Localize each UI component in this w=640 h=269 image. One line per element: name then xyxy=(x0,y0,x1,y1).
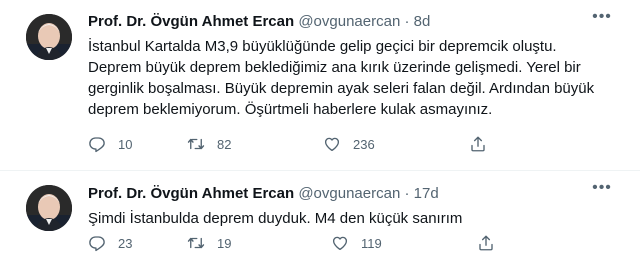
retweet-count: 82 xyxy=(217,136,232,152)
tweet-text: Şimdi İstanbulda deprem duyduk. M4 den k… xyxy=(88,208,618,229)
retweet-button[interactable]: 82 xyxy=(187,135,323,153)
tweet-text-line: İstanbul Kartalda M3,9 büyüklüğünde geli… xyxy=(88,38,557,55)
tweet-text: İstanbul Kartalda M3,9 büyüklüğünde geli… xyxy=(88,36,618,120)
tweet[interactable]: Prof. Dr. Övgün Ahmet Ercan @ovgunaercan… xyxy=(0,170,640,269)
author-handle[interactable]: @ovgunaercan xyxy=(298,13,400,30)
reply-button[interactable]: 23 xyxy=(88,234,187,252)
like-button[interactable]: 119 xyxy=(331,234,477,252)
tweet-time[interactable]: 8d xyxy=(414,13,431,30)
more-icon[interactable]: ••• xyxy=(590,9,614,30)
heart-icon xyxy=(324,137,340,152)
tweet-time[interactable]: 17d xyxy=(414,185,439,202)
author-handle[interactable]: @ovgunaercan xyxy=(298,185,400,202)
tweet[interactable]: Prof. Dr. Övgün Ahmet Ercan @ovgunaercan… xyxy=(0,0,640,170)
separator-dot: · xyxy=(404,13,410,30)
share-icon xyxy=(479,235,493,251)
author-name[interactable]: Prof. Dr. Övgün Ahmet Ercan xyxy=(88,185,294,202)
author-name[interactable]: Prof. Dr. Övgün Ahmet Ercan xyxy=(88,13,294,30)
tweet-text-line: Şimdi İstanbulda deprem duyduk. M4 den k… xyxy=(88,210,463,227)
retweet-button[interactable]: 19 xyxy=(187,234,331,252)
avatar[interactable] xyxy=(26,185,72,231)
tweet-actions: 10 82 236 xyxy=(88,133,499,155)
reply-count: 23 xyxy=(118,235,133,251)
separator-dot: · xyxy=(404,185,410,202)
tweet-actions: 23 19 119 xyxy=(88,232,507,254)
retweet-icon xyxy=(187,237,205,249)
reply-count: 10 xyxy=(118,136,133,152)
reply-icon xyxy=(89,236,105,252)
retweet-icon xyxy=(187,138,205,150)
like-count: 236 xyxy=(353,136,375,152)
like-count: 119 xyxy=(361,235,382,251)
heart-icon xyxy=(332,236,348,251)
tweet-header: Prof. Dr. Övgün Ahmet Ercan @ovgunaercan… xyxy=(88,184,624,204)
avatar-image xyxy=(26,14,72,60)
avatar[interactable] xyxy=(26,14,72,60)
tweet-header: Prof. Dr. Övgün Ahmet Ercan @ovgunaercan… xyxy=(88,12,624,32)
tweet-text-line: deprem beklemiyorum. Öşürtmeli haberlere… xyxy=(88,101,493,118)
retweet-count: 19 xyxy=(217,235,232,251)
tweet-text-line: Deprem büyük deprem beklediğimiz ana kır… xyxy=(88,59,581,76)
tweet-text-line: gerginlik boşalması. Büyük depremin ayak… xyxy=(88,80,595,97)
reply-icon xyxy=(89,137,105,153)
avatar-image xyxy=(26,185,72,231)
like-button[interactable]: 236 xyxy=(323,135,469,153)
share-button[interactable] xyxy=(469,135,499,153)
share-icon xyxy=(471,136,485,152)
more-icon[interactable]: ••• xyxy=(590,180,614,201)
reply-button[interactable]: 10 xyxy=(88,135,187,153)
share-button[interactable] xyxy=(477,234,507,252)
